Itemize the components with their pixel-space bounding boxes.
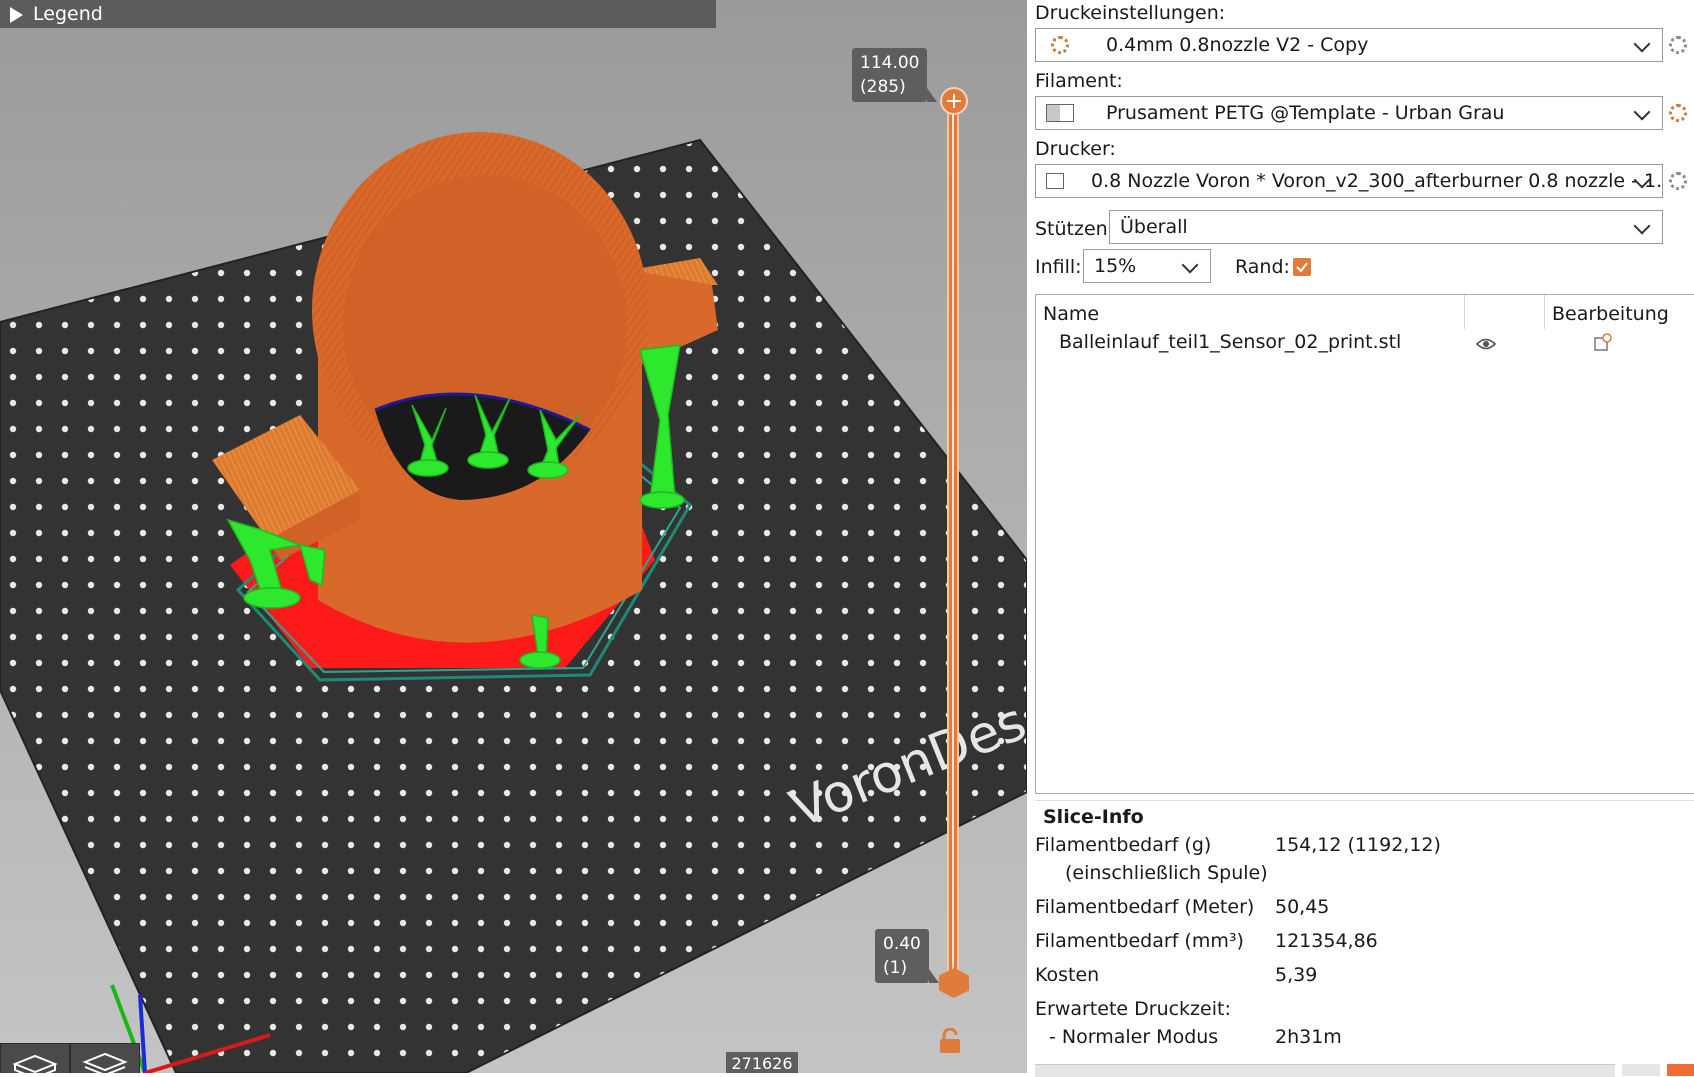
filament-value: Prusament PETG @Template - Urban Grau <box>1106 102 1505 124</box>
chevron-down-icon <box>1633 217 1651 235</box>
layer-slider-track[interactable] <box>947 100 959 984</box>
lock-icon[interactable] <box>938 1028 962 1054</box>
filament-meters-value: 50,45 <box>1275 896 1330 918</box>
filament-volume-value: 121354,86 <box>1275 930 1378 952</box>
infill-combo[interactable]: 15% <box>1083 249 1211 283</box>
layer-slider-top-thumb[interactable] <box>940 87 968 115</box>
filament-volume-label: Filamentbedarf (mm³) <box>1035 930 1244 952</box>
printer-gear-icon[interactable] <box>1669 172 1687 190</box>
filament-label: Filament: <box>1035 70 1123 92</box>
filament-color-swatch-icon <box>1046 104 1074 122</box>
secondary-button[interactable] <box>1622 1064 1660 1076</box>
printer-label: Drucker: <box>1035 138 1116 160</box>
supports-label: Stützen: <box>1035 218 1115 240</box>
slice-info-title: Slice-Info <box>1043 806 1144 828</box>
column-header-edit[interactable]: Bearbeitung <box>1552 303 1669 325</box>
chevron-down-icon <box>1181 256 1199 274</box>
layers-view-icon <box>82 1052 128 1073</box>
filament-meters-label: Filamentbedarf (Meter) <box>1035 896 1255 918</box>
print-time-label: Erwartete Druckzeit: <box>1035 998 1231 1020</box>
print-settings-gear-icon[interactable] <box>1669 36 1687 54</box>
view-preview-button[interactable] <box>70 1043 140 1073</box>
normal-mode-label: - Normaler Modus <box>1049 1026 1219 1048</box>
eye-icon[interactable] <box>1476 337 1496 351</box>
top-layer-tooltip: 114.00 (285) <box>852 48 939 102</box>
print-settings-combo[interactable]: 0.4mm 0.8nozzle V2 - Copy <box>1035 28 1663 62</box>
filament-combo[interactable]: Prusament PETG @Template - Urban Grau <box>1035 96 1663 130</box>
bottom-layer-number: (1) <box>883 958 908 978</box>
including-spool-label: (einschließlich Spule) <box>1065 862 1268 884</box>
printer-value: 0.8 Nozzle Voron * Voron_v2_300_afterbur… <box>1091 170 1663 192</box>
top-layer-height: 114.00 <box>860 53 920 73</box>
print-settings-icon <box>1051 36 1069 54</box>
legend-label: Legend <box>33 3 103 25</box>
checkmark-icon <box>1296 262 1308 273</box>
brim-label: Rand: <box>1235 256 1290 278</box>
filament-grams-value: 154,12 (1192,12) <box>1275 834 1441 856</box>
brim-checkbox[interactable] <box>1293 258 1311 276</box>
print-settings-label: Druckeinstellungen: <box>1035 2 1226 24</box>
cube-view-icon <box>12 1054 58 1073</box>
printer-combo[interactable]: 0.8 Nozzle Voron * Voron_v2_300_afterbur… <box>1035 164 1663 198</box>
expand-triangle-icon <box>10 7 23 23</box>
infill-value: 15% <box>1094 255 1137 277</box>
preview-scene[interactable]: VoronDes <box>0 0 1027 1073</box>
filament-grams-label: Filamentbedarf (g) <box>1035 834 1212 856</box>
view-3d-button[interactable] <box>0 1043 70 1073</box>
bottom-layer-tooltip: 0.40 (1) <box>875 929 939 983</box>
chevron-down-icon <box>1633 103 1651 121</box>
filament-gear-icon[interactable] <box>1669 104 1687 122</box>
supports-value: Überall <box>1120 216 1188 238</box>
supports-combo[interactable]: Überall <box>1109 210 1663 244</box>
settings-sidebar: Druckeinstellungen: 0.4mm 0.8nozzle V2 -… <box>1027 0 1694 1077</box>
normal-mode-value: 2h31m <box>1275 1026 1342 1048</box>
edit-settings-icon[interactable] <box>1594 333 1612 351</box>
legend-toggle[interactable]: Legend <box>0 0 716 28</box>
top-layer-number: (285) <box>860 77 906 97</box>
chevron-down-icon <box>1633 35 1651 53</box>
export-gcode-button[interactable] <box>1035 1064 1615 1077</box>
printer-icon <box>1046 173 1064 189</box>
print-settings-value: 0.4mm 0.8nozzle V2 - Copy <box>1106 34 1369 56</box>
object-name: Balleinlauf_teil1_Sensor_02_print.stl <box>1059 331 1402 353</box>
bottom-layer-height: 0.40 <box>883 934 921 954</box>
column-header-name[interactable]: Name <box>1043 303 1099 325</box>
object-list: Name Bearbeitung Balleinlauf_teil1_Senso… <box>1035 294 1694 794</box>
send-button[interactable] <box>1667 1064 1694 1076</box>
move-counter: 271626 <box>726 1052 798 1073</box>
cost-value: 5,39 <box>1275 964 1318 986</box>
infill-label: Infill: <box>1035 256 1082 278</box>
list-item[interactable]: Balleinlauf_teil1_Sensor_02_print.stl <box>1036 331 1694 361</box>
cost-label: Kosten <box>1035 964 1100 986</box>
3d-viewport[interactable]: VoronDes Legend 114.00 (285) 0.40 (1) 27… <box>0 0 1027 1073</box>
